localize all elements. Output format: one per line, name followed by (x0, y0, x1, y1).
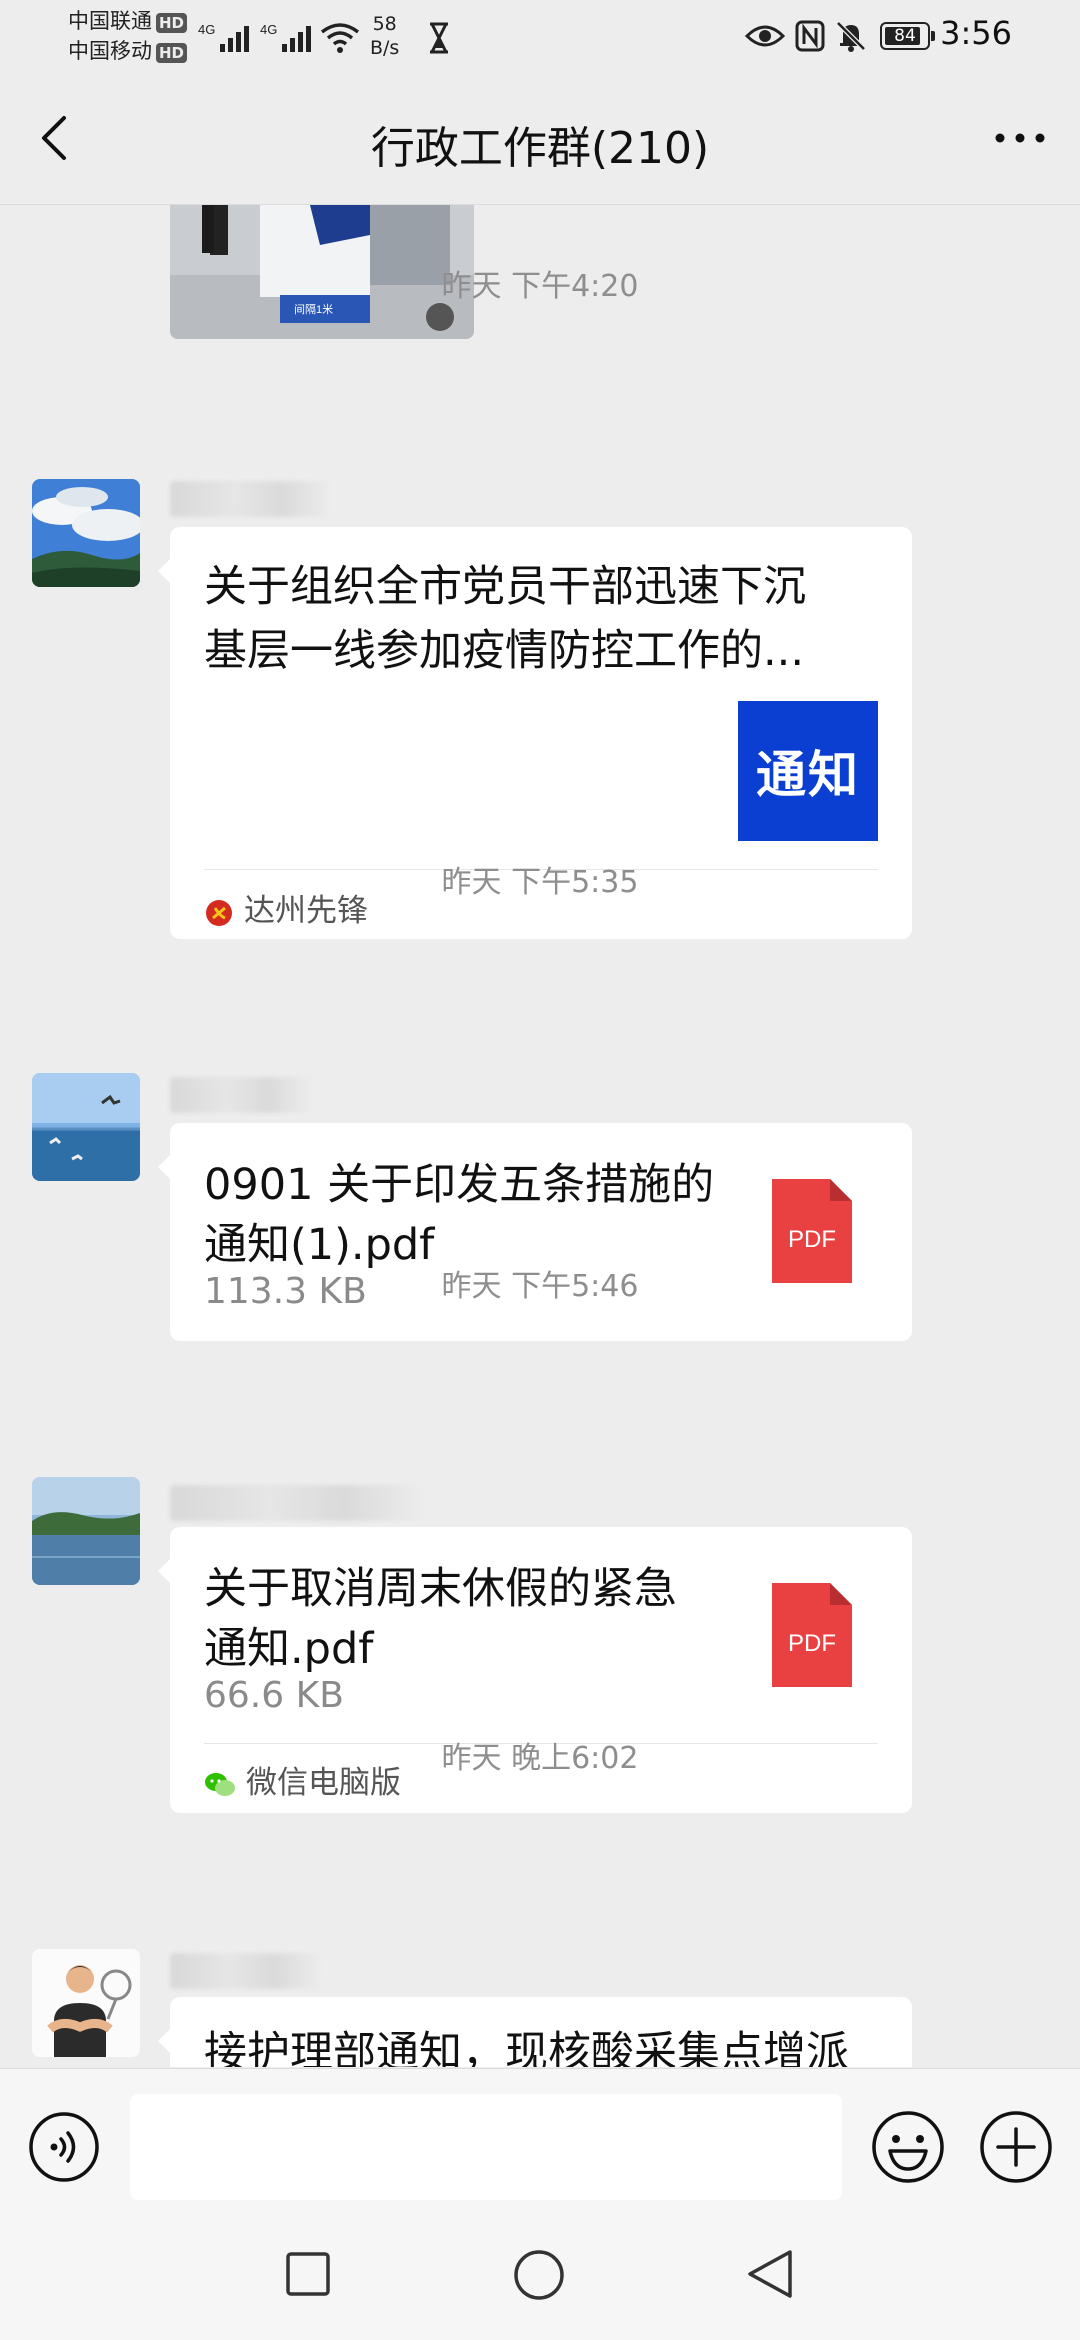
avatar[interactable] (32, 1949, 140, 2057)
eye-icon (745, 25, 785, 47)
timestamp: 昨天 下午4:20 (441, 269, 639, 304)
text-message[interactable]: 接护理部通知，现核酸采集点增派 (158, 1997, 912, 2067)
system-navigation-bar (0, 2210, 1080, 2340)
file-name-line-2: 通知.pdf (204, 1624, 374, 1674)
more-functions-plus-icon[interactable] (978, 2109, 1054, 2185)
mute-bell-icon (836, 21, 866, 52)
message-input[interactable] (130, 2094, 842, 2200)
home-circle-icon[interactable] (512, 2248, 566, 2302)
chat-title: 行政工作群(210) (370, 123, 710, 174)
status-bar: 中国联通 HD 中国移动 HD 4G 4G 58 B/s 84 3:56 (0, 0, 1080, 72)
pdf-label: PDF (788, 1630, 836, 1657)
avatar[interactable] (32, 479, 140, 587)
battery-indicator: 84 (880, 22, 935, 50)
file-name-line-1: 0901 关于印发五条措施的 (204, 1160, 715, 1210)
recent-apps-square-icon[interactable] (284, 2250, 332, 2298)
pdf-label: PDF (788, 1226, 836, 1253)
file-name-line-1: 关于取消周末休假的紧急 (204, 1564, 677, 1614)
file-message[interactable]: 0901 关于印发五条措施的 通知(1).pdf 113.3 KB PDF (158, 1123, 912, 1341)
more-options-icon[interactable] (990, 116, 1050, 160)
avatar[interactable] (32, 1073, 140, 1181)
hd-badge: HD (156, 13, 188, 33)
back-triangle-icon[interactable] (742, 2246, 798, 2302)
timestamp: 昨天 晚上6:02 (441, 1741, 639, 1776)
signal-4g-icon: 4G (260, 22, 311, 52)
timestamp: 昨天 下午5:35 (441, 865, 639, 900)
nfc-icon (795, 20, 825, 52)
avatar[interactable] (32, 1477, 140, 1585)
pdf-file-icon: PDF (772, 1583, 852, 1687)
wifi-icon (320, 23, 360, 53)
timestamp: 昨天 下午5:46 (441, 1269, 639, 1304)
party-emblem-icon (206, 899, 232, 926)
article-thumbnail: 通知 (738, 701, 878, 841)
net-speed: 58 B/s (370, 13, 400, 59)
message-text-line-1: 接护理部通知，现核酸采集点增派 (204, 2028, 849, 2067)
hd-badge: HD (156, 43, 188, 63)
sender-name-blurred (170, 1953, 320, 1989)
file-size: 66.6 KB (204, 1675, 344, 1716)
sender-name-blurred (170, 1077, 310, 1113)
svg-text:4G: 4G (260, 22, 277, 37)
article-title-line-2: 基层一线参加疫情防控工作的... (204, 626, 805, 676)
chat-message-list[interactable]: 间隔1米 昨天 下午4:20 关于组织全市党员干部迅速下沉 基层一线参加疫情防控… (0, 205, 1080, 2067)
clock: 3:56 (940, 14, 1012, 52)
chat-input-bar (0, 2068, 1080, 2211)
voice-input-icon[interactable] (28, 2111, 100, 2183)
carrier-2: 中国移动 HD (68, 38, 188, 64)
hourglass-icon (430, 22, 448, 54)
signal-4g-icon: 4G (198, 22, 249, 52)
title-bar: 行政工作群(210) (0, 72, 1080, 205)
article-title-line-1: 关于组织全市党员干部迅速下沉 (204, 562, 806, 612)
carrier-1: 中国联通 HD (68, 8, 188, 34)
sender-name-blurred (170, 481, 330, 517)
emoji-icon[interactable] (870, 2109, 946, 2185)
sender-name-blurred (170, 1485, 420, 1521)
svg-text:4G: 4G (198, 22, 215, 37)
